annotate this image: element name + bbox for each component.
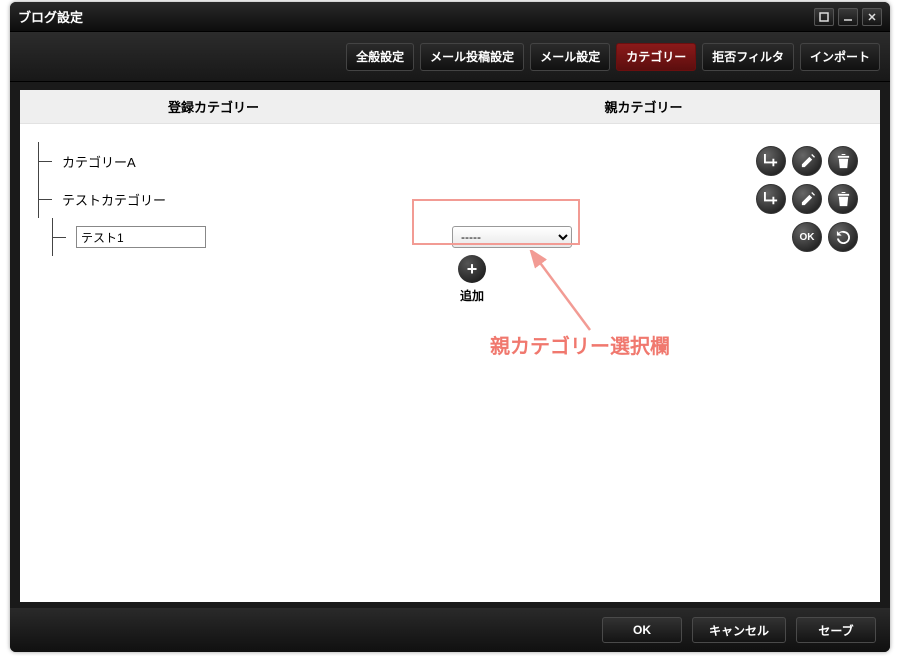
category-label: テストカテゴリー — [62, 190, 166, 209]
add-child-button[interactable] — [756, 146, 786, 176]
window-title: ブログ設定 — [18, 7, 810, 26]
add-category-group: + 追加 — [458, 255, 486, 304]
category-row: カテゴリーA — [32, 142, 868, 180]
maximize-button[interactable] — [814, 8, 834, 26]
column-parent-category: 親カテゴリー — [407, 97, 880, 116]
add-child-button[interactable] — [756, 184, 786, 214]
tab-mail-post[interactable]: メール投稿設定 — [420, 43, 524, 71]
annotation-text: 親カテゴリー選択欄 — [490, 330, 670, 359]
category-label: カテゴリーA — [62, 152, 136, 171]
minimize-button[interactable] — [838, 8, 858, 26]
content-panel: 登録カテゴリー 親カテゴリー カテゴリーA テストカテ — [20, 90, 880, 602]
column-header-row: 登録カテゴリー 親カテゴリー — [20, 90, 880, 124]
category-row-editing: ----- OK — [32, 218, 868, 256]
tab-import[interactable]: インポート — [800, 43, 880, 71]
tab-general[interactable]: 全般設定 — [346, 43, 414, 71]
tree-connector-icon — [32, 180, 62, 218]
cancel-button[interactable]: キャンセル — [692, 617, 786, 643]
edit-button[interactable] — [792, 146, 822, 176]
delete-button[interactable] — [828, 146, 858, 176]
column-registered-category: 登録カテゴリー — [20, 97, 407, 116]
ok-button[interactable]: OK — [602, 617, 682, 643]
edit-button[interactable] — [792, 184, 822, 214]
tree-connector-icon — [32, 142, 62, 180]
dialog-footer: OK キャンセル セーブ — [10, 608, 890, 652]
dialog-window: ブログ設定 全般設定 メール投稿設定 メール設定 カテゴリー 拒否フィルタ イン… — [10, 2, 890, 652]
delete-button[interactable] — [828, 184, 858, 214]
add-category-button[interactable]: + — [458, 255, 486, 283]
ok-row-button[interactable]: OK — [792, 222, 822, 252]
tab-category[interactable]: カテゴリー — [616, 43, 696, 71]
plus-icon: + — [467, 259, 478, 280]
annotation-arrow-icon — [520, 250, 610, 340]
parent-category-select[interactable]: ----- — [452, 226, 572, 248]
tree-connector-icon — [46, 218, 76, 256]
tab-deny-filter[interactable]: 拒否フィルタ — [702, 43, 794, 71]
save-button[interactable]: セーブ — [796, 617, 876, 643]
content-outer: 登録カテゴリー 親カテゴリー カテゴリーA テストカテ — [10, 82, 890, 608]
tab-mail[interactable]: メール設定 — [530, 43, 610, 71]
add-category-label: 追加 — [458, 287, 486, 304]
close-button[interactable] — [862, 8, 882, 26]
tab-bar: 全般設定 メール投稿設定 メール設定 カテゴリー 拒否フィルタ インポート — [10, 32, 890, 82]
titlebar: ブログ設定 — [10, 2, 890, 32]
category-row: テストカテゴリー — [32, 180, 868, 218]
revert-button[interactable] — [828, 222, 858, 252]
category-rows: カテゴリーA テストカテゴリー — [20, 124, 880, 256]
category-name-input[interactable] — [76, 226, 206, 248]
